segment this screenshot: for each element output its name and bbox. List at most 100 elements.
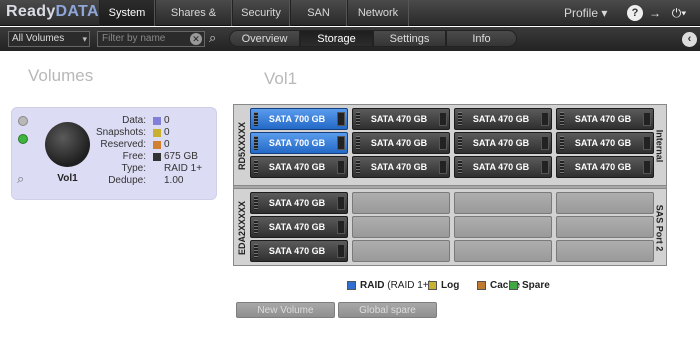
- drive-grip-icon: [254, 244, 258, 258]
- volume-select[interactable]: All Volumes ▾: [8, 31, 90, 47]
- stat-color-swatch: [153, 153, 161, 161]
- profile-menu[interactable]: Profile ▾: [564, 0, 607, 26]
- tab-system[interactable]: System: [99, 0, 155, 26]
- enclosure-divider: [234, 185, 666, 189]
- chevron-down-icon: ▾: [82, 34, 87, 44]
- volume-card[interactable]: ⌕ Vol1 Data: 0 Snapshots: 0 Reserved: 0 Free: 6…: [11, 107, 217, 200]
- tab-overview[interactable]: Overview: [229, 30, 300, 47]
- legend-text: RAID (RAID 1+): [360, 280, 432, 291]
- stat-color-swatch: [153, 129, 161, 137]
- drive-bay[interactable]: SATA 470 GB: [352, 108, 450, 130]
- drive-grip-icon: [254, 112, 258, 126]
- drive-latch-icon: [541, 160, 549, 174]
- drive-bay[interactable]: SATA 470 GB: [352, 132, 450, 154]
- drive-bay[interactable]: SATA 470 GB: [250, 156, 348, 178]
- drive-latch-icon: [337, 220, 345, 234]
- logout-icon[interactable]: →: [647, 5, 663, 21]
- drive-latch-icon: [439, 160, 447, 174]
- drive-bay[interactable]: SATA 470 GB: [454, 108, 552, 130]
- drive-bay[interactable]: SATA 470 GB: [556, 108, 654, 130]
- tab-san[interactable]: SAN: [290, 0, 347, 26]
- empty-drive-bay[interactable]: [352, 216, 450, 238]
- drive-grip-icon: [254, 136, 258, 150]
- power-icon[interactable]: ⏻▾: [668, 5, 690, 21]
- drive-label: SATA 470 GB: [574, 138, 632, 148]
- volume-name: Vol1: [57, 173, 78, 184]
- drive-bay[interactable]: SATA 700 GB: [250, 108, 348, 130]
- drive-grip-icon: [254, 220, 258, 234]
- settings-status-icon[interactable]: [18, 116, 28, 126]
- empty-drive-bay[interactable]: [454, 240, 552, 262]
- drive-bay[interactable]: SATA 470 GB: [250, 216, 348, 238]
- drive-grip-icon: [356, 112, 360, 126]
- drive-bay[interactable]: SATA 470 GB: [250, 240, 348, 262]
- empty-drive-bay[interactable]: [454, 216, 552, 238]
- tab-shares-luns[interactable]: Shares & LUNs: [155, 0, 232, 45]
- health-status-icon: [18, 134, 28, 144]
- drive-bay[interactable]: SATA 470 GB: [454, 156, 552, 178]
- clear-icon[interactable]: ✕: [190, 33, 202, 45]
- drive-bay[interactable]: SATA 470 GB: [556, 132, 654, 154]
- filter-input[interactable]: Filter by name ✕: [97, 31, 205, 47]
- empty-drive-bay[interactable]: [454, 192, 552, 214]
- tab-security[interactable]: Security: [232, 0, 290, 26]
- volume-disc-icon: [45, 122, 90, 167]
- tab-info[interactable]: Info: [446, 30, 517, 47]
- drive-bay[interactable]: SATA 470 GB: [454, 132, 552, 154]
- legend-swatch: [347, 281, 356, 290]
- drive-latch-icon: [541, 136, 549, 150]
- global-spare-button[interactable]: Global spare: [338, 302, 437, 318]
- secondary-toolbar: All Volumes ▾ Filter by name ✕ ⌕ Overvie…: [0, 27, 700, 51]
- drive-label: SATA 470 GB: [268, 198, 326, 208]
- drive-latch-icon: [337, 160, 345, 174]
- search-icon[interactable]: ⌕: [209, 31, 223, 45]
- empty-drive-bay[interactable]: [352, 192, 450, 214]
- drive-latch-icon: [337, 112, 345, 126]
- stat-value: 675 GB: [164, 151, 198, 162]
- storage-chassis: RD5XXXXX Internal EDA2XXXXX SAS Port 2 S…: [233, 104, 667, 266]
- stat-label: Data:: [122, 115, 146, 126]
- volume-heading: Vol1: [264, 69, 298, 88]
- empty-drive-bay[interactable]: [556, 192, 654, 214]
- stat-value: RAID 1+: [164, 163, 203, 174]
- drive-bay[interactable]: SATA 470 GB: [556, 156, 654, 178]
- drive-latch-icon: [439, 112, 447, 126]
- stat-label: Free:: [122, 151, 146, 162]
- drive-latch-icon: [337, 136, 345, 150]
- drive-bay[interactable]: SATA 470 GB: [352, 156, 450, 178]
- drive-grip-icon: [356, 160, 360, 174]
- volume-select-value: All Volumes: [12, 33, 65, 44]
- legend-text: Spare: [522, 280, 550, 291]
- drive-label: SATA 470 GB: [574, 162, 632, 172]
- drive-bay[interactable]: SATA 700 GB: [250, 132, 348, 154]
- drive-grip-icon: [458, 160, 462, 174]
- drive-grip-icon: [458, 112, 462, 126]
- logo-main-text: Ready: [6, 3, 56, 20]
- drive-label: SATA 470 GB: [268, 222, 326, 232]
- legend-label: Spare: [522, 280, 550, 291]
- inspect-icon[interactable]: ⌕: [17, 171, 31, 186]
- drive-latch-icon: [541, 112, 549, 126]
- tab-settings[interactable]: Settings: [373, 30, 446, 47]
- empty-drive-bay[interactable]: [556, 240, 654, 262]
- top-navigation-bar: ReadyDATA System Shares & LUNs Security …: [0, 0, 700, 45]
- enclosure-type-label: Internal: [654, 129, 665, 163]
- new-volume-button[interactable]: New Volume: [236, 302, 335, 318]
- drive-label: SATA 470 GB: [472, 162, 530, 172]
- stat-color-swatch: [153, 141, 161, 149]
- tab-storage[interactable]: Storage: [300, 30, 373, 47]
- stat-value: 0: [164, 127, 170, 138]
- legend-label: RAID: [360, 280, 385, 291]
- drive-label: SATA 470 GB: [370, 138, 428, 148]
- legend-detail: (RAID 1+): [387, 280, 432, 291]
- stat-label: Reserved:: [100, 139, 146, 150]
- empty-drive-bay[interactable]: [352, 240, 450, 262]
- help-icon[interactable]: ?: [627, 5, 643, 21]
- drive-label: SATA 470 GB: [370, 162, 428, 172]
- empty-drive-bay[interactable]: [556, 216, 654, 238]
- collapse-left-icon[interactable]: ‹: [682, 32, 697, 47]
- drive-bay[interactable]: SATA 470 GB: [250, 192, 348, 214]
- legend-text: Log: [441, 280, 459, 291]
- drive-grip-icon: [560, 112, 564, 126]
- tab-network[interactable]: Network: [347, 0, 409, 26]
